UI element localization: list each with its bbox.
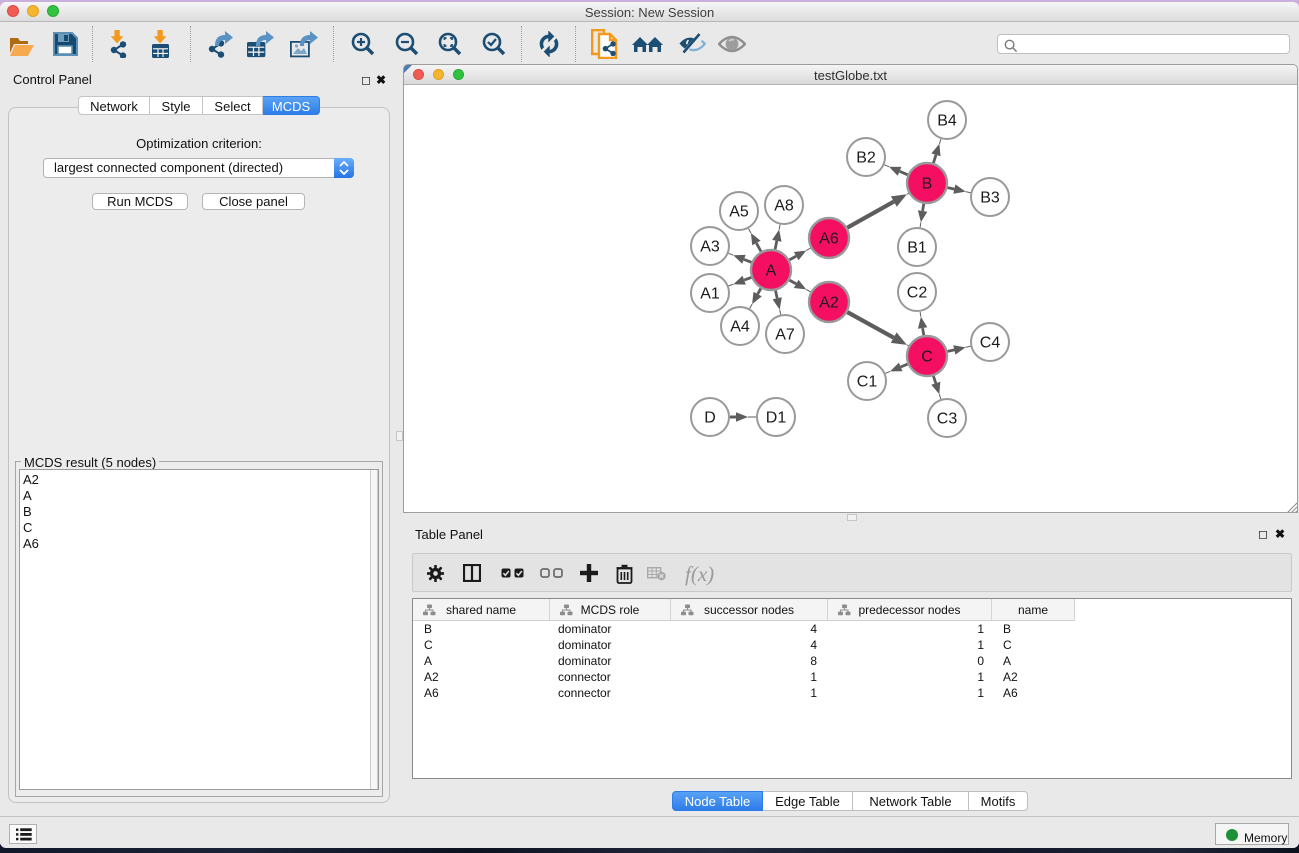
svg-text:A: A [766, 263, 777, 280]
svg-text:A1: A1 [700, 286, 720, 303]
svg-text:D1: D1 [766, 410, 787, 427]
svg-text:B4: B4 [937, 113, 957, 130]
svg-text:A5: A5 [729, 204, 749, 221]
svg-text:A6: A6 [819, 231, 839, 248]
svg-text:A8: A8 [774, 198, 794, 215]
svg-text:A2: A2 [819, 295, 839, 312]
svg-text:A7: A7 [775, 327, 795, 344]
svg-text:A4: A4 [730, 319, 750, 336]
svg-text:C: C [921, 349, 933, 366]
svg-text:B1: B1 [907, 240, 927, 257]
svg-text:C1: C1 [857, 374, 878, 391]
svg-text:B: B [922, 176, 933, 193]
svg-text:C3: C3 [937, 411, 958, 428]
svg-text:A3: A3 [700, 239, 720, 256]
svg-text:B3: B3 [980, 190, 1000, 207]
svg-text:D: D [704, 410, 716, 427]
svg-text:B2: B2 [856, 150, 876, 167]
svg-text:C4: C4 [980, 335, 1001, 352]
svg-text:C2: C2 [907, 285, 928, 302]
